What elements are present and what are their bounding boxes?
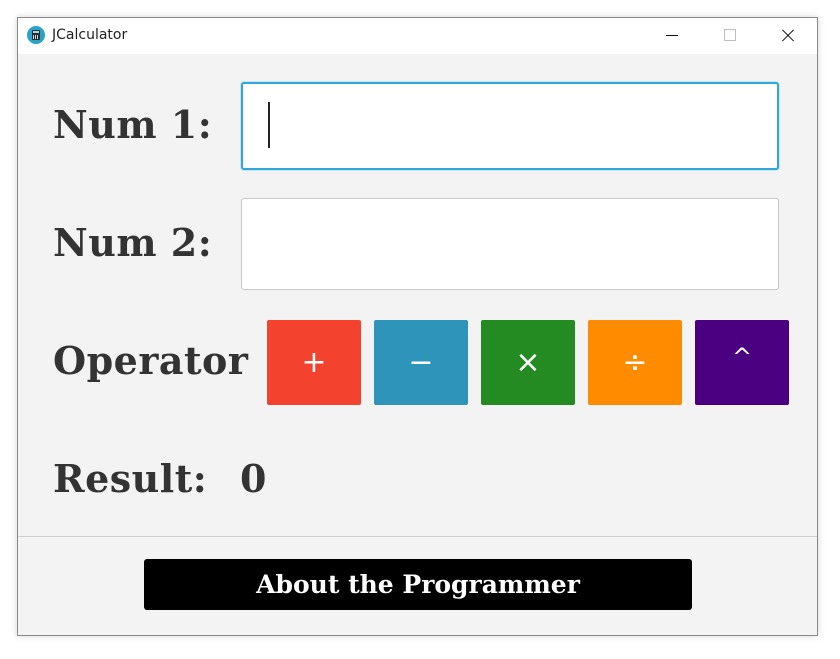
power-button[interactable]: ^ — [695, 320, 789, 405]
plus-icon: + — [301, 345, 327, 380]
result-label: Result: — [53, 456, 208, 501]
close-button[interactable] — [759, 18, 817, 54]
divide-icon: ÷ — [622, 345, 648, 380]
add-button[interactable]: + — [267, 320, 361, 405]
minimize-icon — [666, 35, 678, 36]
caret-icon: ^ — [731, 342, 753, 371]
multiply-button[interactable]: × — [481, 320, 575, 405]
window-title: JCalculator — [52, 27, 128, 43]
divide-button[interactable]: ÷ — [588, 320, 682, 405]
num2-input[interactable] — [241, 198, 779, 290]
result-value: 0 — [240, 456, 267, 501]
minimize-button[interactable] — [643, 18, 701, 54]
operator-label: Operator — [53, 338, 249, 383]
num2-label: Num 2: — [53, 220, 213, 265]
app-window: JCalculator Num 1: Num 2: Operator + − ×… — [17, 17, 818, 636]
calculator-icon — [27, 26, 45, 44]
text-caret — [268, 102, 270, 148]
maximize-button[interactable] — [701, 18, 759, 54]
multiply-icon: × — [515, 345, 541, 380]
num1-input[interactable] — [241, 82, 779, 170]
maximize-icon — [724, 29, 736, 41]
subtract-button[interactable]: − — [374, 320, 468, 405]
about-programmer-button[interactable]: About the Programmer — [144, 559, 692, 610]
num1-label: Num 1: — [53, 102, 213, 147]
minus-icon: − — [408, 345, 434, 380]
title-bar[interactable]: JCalculator — [18, 18, 817, 54]
footer-divider — [18, 536, 817, 537]
